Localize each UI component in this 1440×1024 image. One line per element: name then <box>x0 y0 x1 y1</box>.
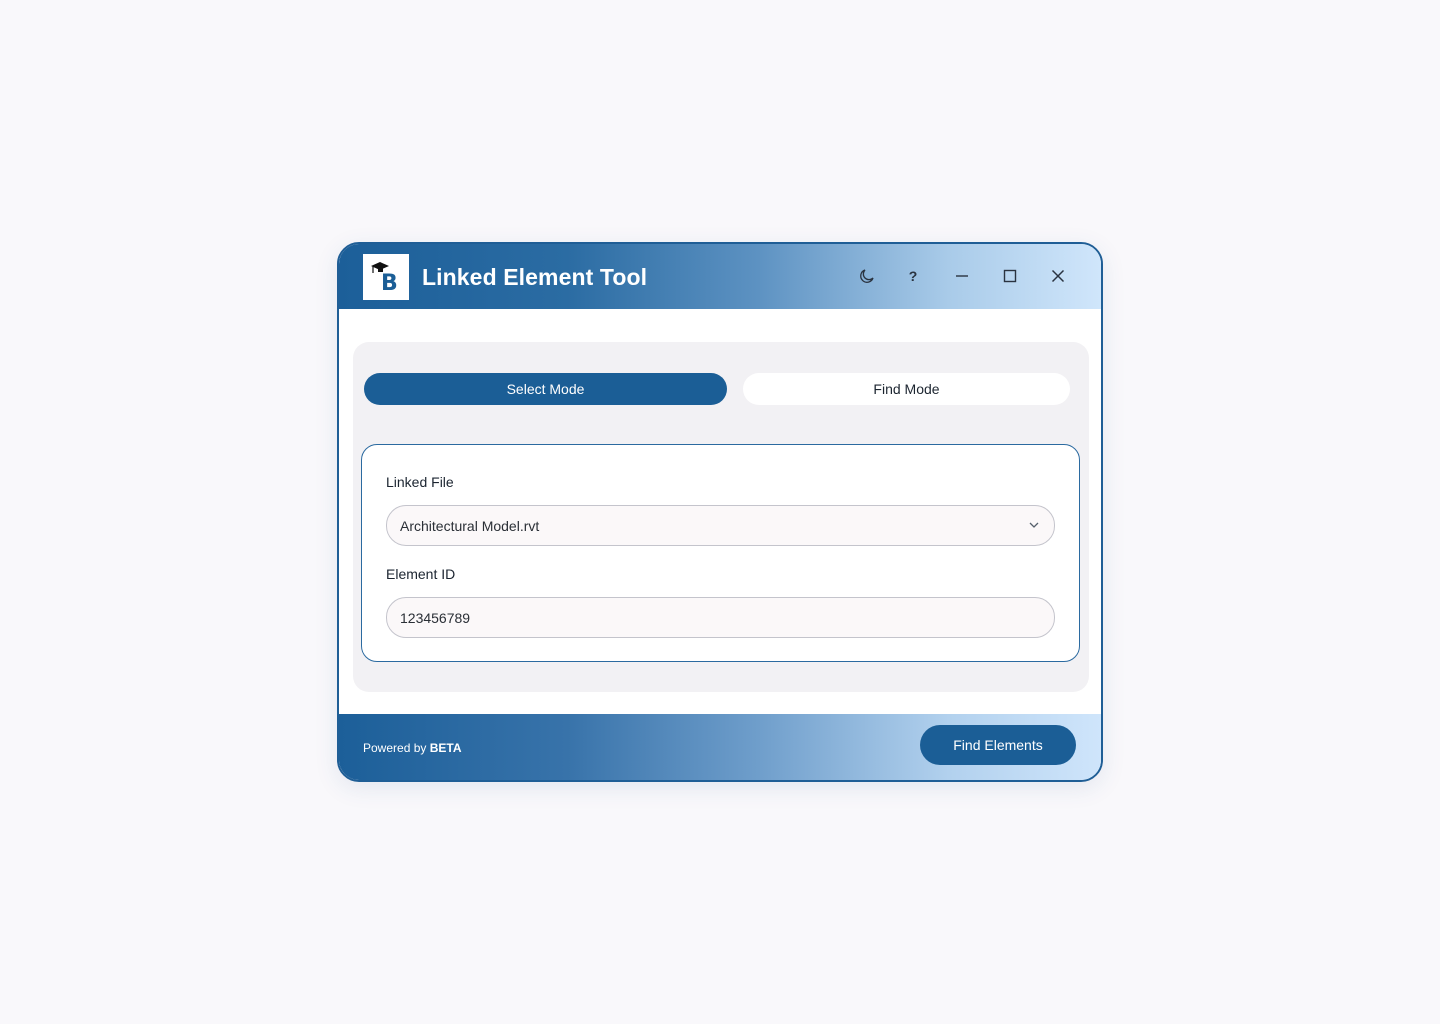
help-button[interactable]: ? <box>901 264 925 288</box>
app-logo: B <box>363 254 409 300</box>
minimize-button[interactable] <box>950 264 974 288</box>
help-icon: ? <box>908 268 918 284</box>
linked-file-label: Linked File <box>386 474 454 490</box>
footer-bar: Powered by BETA Find Elements <box>339 714 1101 780</box>
powered-by-brand: BETA <box>429 741 462 755</box>
mode-panel: Select Mode Find Mode Linked File Archit… <box>353 342 1089 692</box>
theme-toggle-button[interactable] <box>855 264 879 288</box>
moon-icon <box>860 269 874 283</box>
close-icon <box>1051 269 1065 283</box>
window-title: Linked Element Tool <box>422 264 648 290</box>
logo-letter: B <box>381 271 398 294</box>
maximize-icon <box>1003 269 1017 283</box>
maximize-button[interactable] <box>998 264 1022 288</box>
close-button[interactable] <box>1046 264 1070 288</box>
form-card: Linked File Architectural Model.rvt Elem… <box>361 444 1080 662</box>
element-id-input[interactable]: 123456789 <box>386 597 1055 638</box>
element-id-value: 123456789 <box>400 609 471 626</box>
powered-by-prefix: Powered by <box>363 741 427 755</box>
powered-by-text: Powered by BETA <box>363 741 462 755</box>
element-id-label: Element ID <box>386 566 456 582</box>
title-bar: B Linked Element Tool ? <box>339 244 1101 309</box>
select-mode-tab[interactable]: Select Mode <box>364 373 727 405</box>
chevron-down-icon <box>1029 522 1039 528</box>
linked-file-value: Architectural Model.rvt <box>400 517 540 534</box>
find-elements-button[interactable]: Find Elements <box>920 725 1076 765</box>
minimize-icon <box>956 275 968 277</box>
app-window: B Linked Element Tool ? Select Mode Find… <box>337 242 1103 782</box>
find-mode-tab[interactable]: Find Mode <box>743 373 1070 405</box>
linked-file-select[interactable]: Architectural Model.rvt <box>386 505 1055 546</box>
logo-icon: B <box>371 262 398 294</box>
